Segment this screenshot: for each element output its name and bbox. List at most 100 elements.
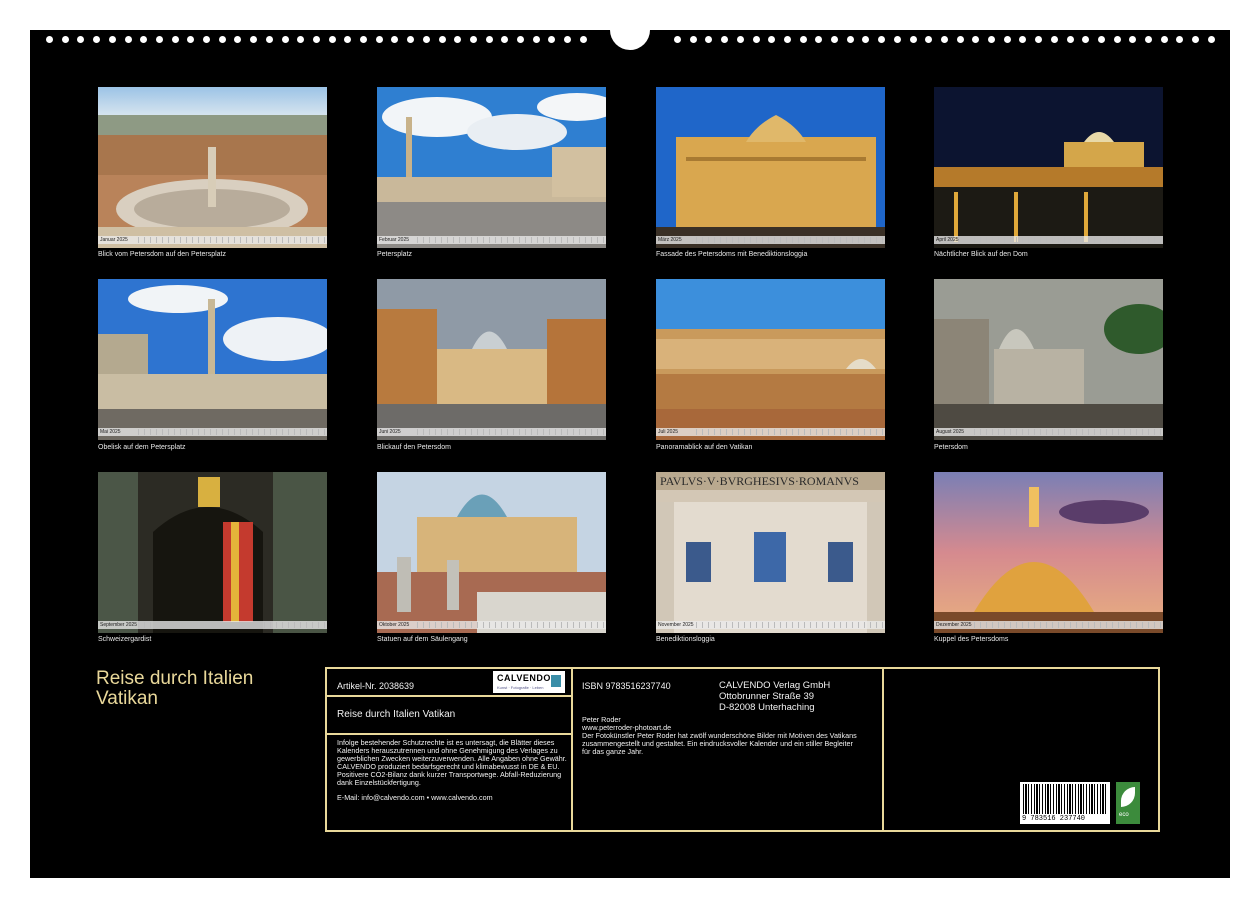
eco-badge-icon: eco xyxy=(1116,782,1140,824)
photo-caption: Obelisk auf dem Petersplatz xyxy=(98,444,186,451)
binding-hole xyxy=(1207,36,1215,43)
binding-hole xyxy=(721,36,729,43)
binding-hole xyxy=(171,36,179,43)
binding-hole xyxy=(344,36,352,43)
photo-caption: Nächtlicher Blick auf den Dom xyxy=(934,251,1028,258)
binding-hole xyxy=(297,36,305,43)
binding-hole xyxy=(61,36,69,43)
photo-thumbnail: Januar 2025 xyxy=(98,87,327,248)
photo-caption: Blickauf den Petersdom xyxy=(377,444,451,451)
photo-caption: Statuen auf dem Säulengang xyxy=(377,636,468,643)
contact-email: E-Mail: info@calvendo.com • www.calvendo… xyxy=(337,793,493,802)
legal-notice: Infolge bestehender Schutzrechte ist es … xyxy=(337,738,567,787)
binding-hole xyxy=(893,36,901,43)
binding-hole xyxy=(360,36,367,43)
binding-hole xyxy=(736,36,744,43)
binding-hole xyxy=(925,36,933,43)
photo-thumbnail: September 2025 xyxy=(98,472,327,633)
binding-hole xyxy=(454,36,462,43)
binding-hole xyxy=(485,36,493,43)
binding-hole xyxy=(1113,36,1121,43)
binding-hole xyxy=(1160,36,1168,43)
binding-hole xyxy=(988,36,995,43)
binding-hole xyxy=(862,36,870,43)
binding-hole xyxy=(203,36,210,43)
binding-hole xyxy=(501,36,509,43)
photo-thumbnail: Februar 2025 xyxy=(377,87,606,248)
binding-hole xyxy=(831,36,838,43)
binding-hole xyxy=(469,36,477,43)
publisher-address: CALVENDO Verlag GmbH Ottobrunner Straße … xyxy=(719,680,831,713)
binding-hole xyxy=(1066,36,1074,43)
binding-hole xyxy=(548,36,556,43)
binding-hole xyxy=(752,36,760,43)
binding-hole xyxy=(391,36,399,43)
binding-hole xyxy=(265,36,273,43)
photo-thumbnail: August 2025 xyxy=(934,279,1163,440)
binding-hole xyxy=(878,36,886,43)
binding-hole xyxy=(909,36,917,43)
binding-hole xyxy=(972,36,980,43)
photo-caption: Kuppel des Petersdoms xyxy=(934,636,1009,643)
calendar-title: Reise durch Italien Vatikan xyxy=(96,668,254,709)
binding-hole xyxy=(956,36,964,43)
binding-hole xyxy=(1082,36,1090,43)
binding-hole xyxy=(783,36,791,43)
binding-hole xyxy=(1129,36,1137,43)
binding-hole xyxy=(140,36,148,43)
binding-hole xyxy=(328,36,336,43)
photo-thumbnail: Dezember 2025 xyxy=(934,472,1163,633)
binding-hole xyxy=(155,36,163,43)
photo-caption: Blick vom Petersdom auf den Petersplatz xyxy=(98,251,227,258)
photo-thumbnail: April 2025 xyxy=(934,87,1163,248)
binding-hole xyxy=(1050,36,1058,43)
calvendo-logo: CALVENDO Kunst · Fotografie · Leben xyxy=(493,671,565,693)
binding-hole xyxy=(1192,36,1200,43)
binding-hole xyxy=(250,36,258,43)
binding-hole xyxy=(422,36,430,43)
binding-hole xyxy=(846,36,854,43)
photo-thumbnail: Juli 2025 xyxy=(656,279,885,440)
binding-hole xyxy=(187,36,195,43)
binding-hole xyxy=(407,36,415,43)
binding-hole xyxy=(799,36,807,43)
svg-text:PAVLVS·V·BVRGHESIVS·ROMANVS: PAVLVS·V·BVRGHESIVS·ROMANVS xyxy=(660,474,859,488)
binding-hole xyxy=(517,36,524,43)
binding-hole xyxy=(689,36,697,43)
photo-caption: Petersdom xyxy=(934,444,968,451)
binding-hole xyxy=(1145,36,1152,43)
binding-hole xyxy=(674,36,681,43)
product-title: Reise durch Italien Vatikan xyxy=(337,709,456,720)
binding-hole xyxy=(564,36,572,43)
photo-caption: Panoramablick auf den Vatikan xyxy=(656,444,753,451)
calendar-description: Der Fotokünstler Peter Roder hat zwölf w… xyxy=(582,731,857,756)
binding-hole xyxy=(438,36,446,43)
product-info-box: Artikel-Nr. 2038639 CALVENDO Kunst · Fot… xyxy=(325,667,1160,832)
binding-hole xyxy=(532,36,540,43)
photo-caption: Petersplatz xyxy=(377,251,413,258)
photo-caption: Schweizergardist xyxy=(98,636,152,643)
binding-hole xyxy=(108,36,116,43)
photo-thumbnail: PAVLVS·V·BVRGHESIVS·ROMANVS November 202… xyxy=(656,472,885,633)
article-number: Artikel-Nr. 2038639 xyxy=(337,681,415,691)
binding-hole xyxy=(124,36,132,43)
binding-hole xyxy=(93,36,101,43)
photo-caption: Fassade des Petersdoms mit Benediktionsl… xyxy=(656,251,808,258)
binding-hole xyxy=(940,36,948,43)
binding-hole xyxy=(1097,36,1105,43)
photo-caption: Benediktionsloggia xyxy=(656,636,715,643)
photo-thumbnail: Juni 2025 xyxy=(377,279,606,440)
binding-hole xyxy=(1176,36,1184,43)
photo-thumbnail: März 2025 xyxy=(656,87,885,248)
binding-hole xyxy=(1035,36,1043,43)
binding-hole xyxy=(312,36,320,43)
binding-hole xyxy=(1003,36,1011,43)
binding-hole xyxy=(375,36,383,43)
photo-thumbnail: Mai 2025 xyxy=(98,279,327,440)
barcode: 9 783516 237740 xyxy=(1020,782,1110,824)
binding-hole xyxy=(705,36,713,43)
binding-hole xyxy=(234,36,242,43)
binding-hole xyxy=(77,36,85,43)
photo-thumbnail: Oktober 2025 xyxy=(377,472,606,633)
binding-hole xyxy=(1019,36,1027,43)
